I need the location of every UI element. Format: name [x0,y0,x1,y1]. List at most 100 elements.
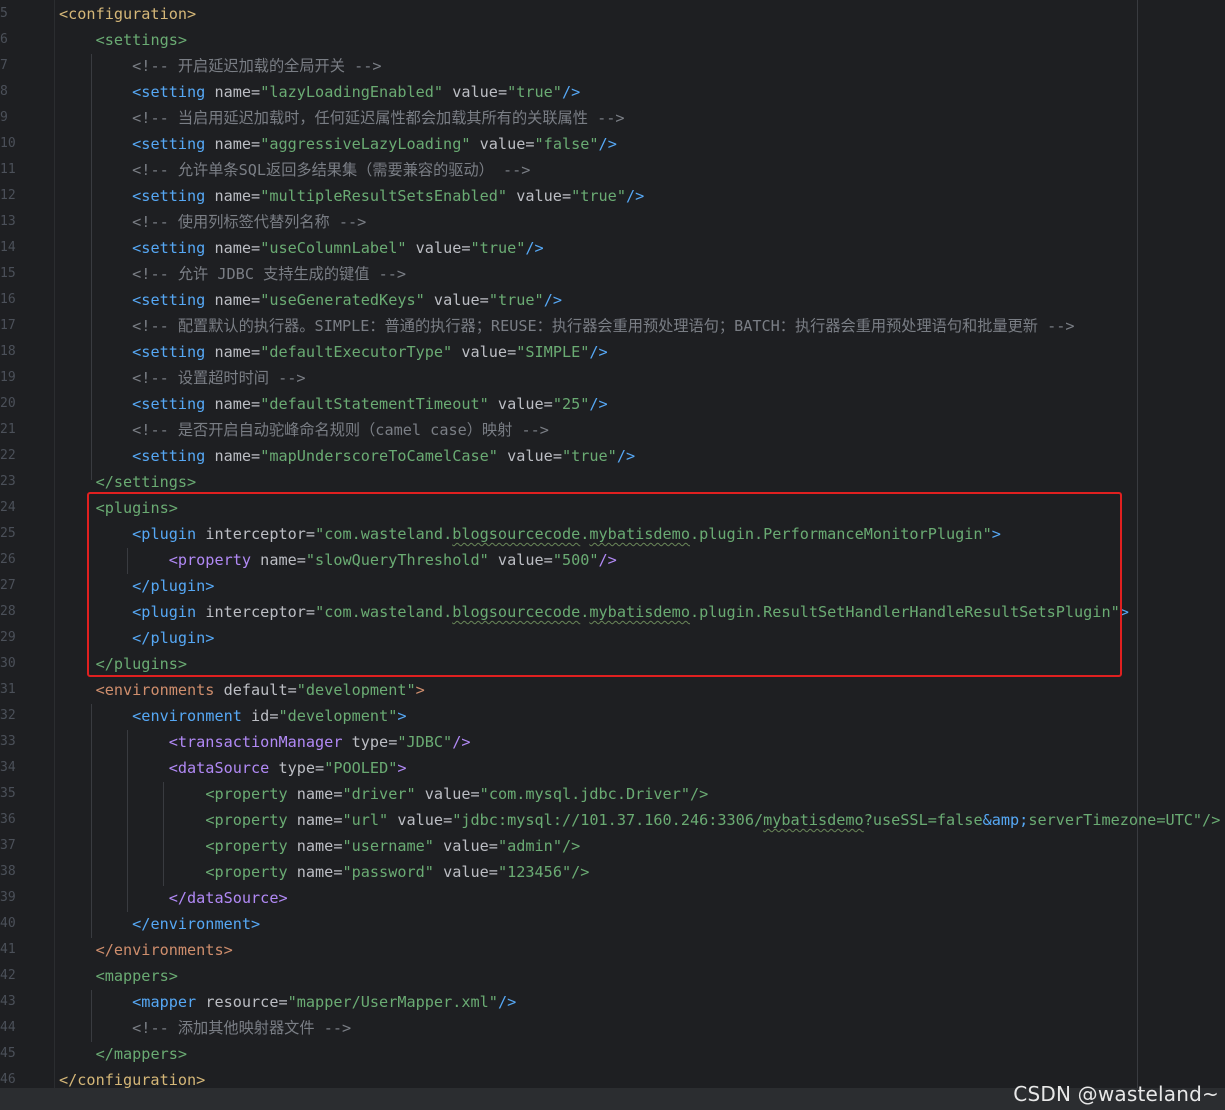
code-text[interactable]: <transactionManager type="JDBC"/> [59,729,471,755]
code-token: "JDBC" [397,733,453,751]
line-number: 39 [0,890,16,905]
code-line[interactable]: 43 <mapper resource="mapper/UserMapper.x… [0,989,1225,1015]
code-line[interactable]: 17 <!-- 配置默认的执行器。SIMPLE：普通的执行器；REUSE：执行器… [0,313,1225,339]
code-token: value [415,785,471,803]
code-text[interactable]: <environments default="development"> [59,677,425,703]
code-text[interactable]: <settings> [59,27,187,53]
code-text[interactable]: <setting name="aggressiveLazyLoading" va… [59,131,617,157]
code-line[interactable]: 39 </dataSource> [0,885,1225,911]
line-number: 19 [0,370,16,385]
line-number: 23 [0,474,16,489]
line-number: 16 [0,292,16,307]
code-text[interactable]: <dataSource type="POOLED"> [59,755,407,781]
code-text[interactable]: <property name="url" value="jdbc:mysql:/… [59,807,1220,833]
code-line[interactable]: 21 <!-- 是否开启自动驼峰命名规则（camel case）映射 --> [0,417,1225,443]
code-text[interactable]: <setting name="lazyLoadingEnabled" value… [59,79,580,105]
code-line[interactable]: 15 <!-- 允许 JDBC 支持生成的键值 --> [0,261,1225,287]
code-text[interactable]: <setting name="defaultStatementTimeout" … [59,391,608,417]
code-text[interactable]: </mappers> [59,1041,187,1067]
code-line[interactable]: 7 <!-- 开启延迟加载的全局开关 --> [0,53,1225,79]
code-text[interactable]: <setting name="mapUnderscoreToCamelCase"… [59,443,635,469]
code-line[interactable]: 36 <property name="url" value="jdbc:mysq… [0,807,1225,833]
code-editor[interactable]: 5 <configuration> 6 <settings> 7 <!-- 开启延迟加… [0,0,1225,1089]
code-line[interactable]: 32 <environment id="development"> [0,703,1225,729]
code-line[interactable]: 42 <mappers> [0,963,1225,989]
code-text[interactable]: <!-- 允许单条SQL返回多结果集（需要兼容的驱动） --> [59,157,530,183]
code-line[interactable]: 34 <dataSource type="POOLED"> [0,755,1225,781]
code-line[interactable]: 35 <property name="driver" value="com.my… [0,781,1225,807]
code-line[interactable]: 33 <transactionManager type="JDBC"/> [0,729,1225,755]
code-line[interactable]: 6 <settings> [0,27,1225,53]
code-line[interactable]: 40 </environment> [0,911,1225,937]
code-line[interactable]: 37 <property name="username" value="admi… [0,833,1225,859]
code-line[interactable]: 13 <!-- 使用列标签代替列名称 --> [0,209,1225,235]
code-line[interactable]: 44 <!-- 添加其他映射器文件 --> [0,1015,1225,1041]
code-text[interactable]: <setting name="multipleResultSetsEnabled… [59,183,644,209]
code-text[interactable]: <setting name="defaultExecutorType" valu… [59,339,608,365]
code-line[interactable]: 9 <!-- 当启用延迟加载时，任何延迟属性都会加载其所有的关联属性 --> [0,105,1225,131]
code-text[interactable]: <property name="driver" value="com.mysql… [59,781,708,807]
code-text[interactable]: <!-- 允许 JDBC 支持生成的键值 --> [59,261,406,287]
code-text[interactable]: <!-- 当启用延迟加载时，任何延迟属性都会加载其所有的关联属性 --> [59,105,624,131]
line-number: 21 [0,422,16,437]
code-text[interactable]: <!-- 配置默认的执行器。SIMPLE：普通的执行器；REUSE：执行器会重用… [59,313,1074,339]
code-token: "jdbc:mysql://101.37.160.246:3306/ [452,811,764,829]
code-line[interactable]: 11 <!-- 允许单条SQL返回多结果集（需要兼容的驱动） --> [0,157,1225,183]
code-text[interactable]: </environments> [59,937,233,963]
line-number: 34 [0,760,16,775]
code-line[interactable]: 20 <setting name="defaultStatementTimeou… [0,391,1225,417]
code-token: /> [598,135,617,153]
code-line[interactable]: 10 <setting name="aggressiveLazyLoading"… [0,131,1225,157]
code-token: /> [589,395,608,413]
code-line[interactable]: 14 <setting name="useColumnLabel" value=… [0,235,1225,261]
line-number: 11 [0,162,16,177]
code-token: /> [589,343,608,361]
code-token: = [251,187,261,205]
code-token: "development" [296,681,416,699]
code-token: name [214,83,252,101]
code-token: "true" [488,291,544,309]
code-text[interactable]: <!-- 是否开启自动驼峰命名规则（camel case）映射 --> [59,417,549,443]
code-token: /> [561,837,581,855]
code-line[interactable]: 31 <environments default="development"> [0,677,1225,703]
code-text[interactable]: <property name="username" value="admin"/… [59,833,580,859]
code-token: "username" [342,837,434,855]
code-token: name [296,811,334,829]
code-token: = [388,733,398,751]
code-token: <mappers> [95,967,178,985]
code-text[interactable]: </dataSource> [59,885,288,911]
code-text[interactable]: <!-- 使用列标签代替列名称 --> [59,209,366,235]
code-line[interactable]: 41 </environments> [0,937,1225,963]
code-line[interactable]: 5 <configuration> [0,1,1225,27]
code-line[interactable]: 45 </mappers> [0,1041,1225,1067]
code-line[interactable]: 12 <setting name="multipleResultSetsEnab… [0,183,1225,209]
code-text[interactable]: <configuration> [59,1,196,27]
code-token: </dataSource> [168,889,288,907]
code-text[interactable]: <mapper resource="mapper/UserMapper.xml"… [59,989,516,1015]
code-text[interactable]: <!-- 添加其他映射器文件 --> [59,1015,351,1041]
code-line[interactable]: 38 <property name="password" value="1234… [0,859,1225,885]
code-text[interactable]: <!-- 设置超时时间 --> [59,365,305,391]
code-line[interactable]: 18 <setting name="defaultExecutorType" v… [0,339,1225,365]
code-line[interactable]: 19 <!-- 设置超时时间 --> [0,365,1225,391]
code-text[interactable]: <setting name="useColumnLabel" value="tr… [59,235,544,261]
line-number: 38 [0,864,16,879]
code-text[interactable]: <!-- 开启延迟加载的全局开关 --> [59,53,381,79]
code-text[interactable]: </environment> [59,911,260,937]
code-line[interactable]: 8 <setting name="lazyLoadingEnabled" val… [0,79,1225,105]
code-line[interactable]: 16 <setting name="useGeneratedKeys" valu… [0,287,1225,313]
code-text[interactable]: <mappers> [59,963,178,989]
code-text[interactable]: <property name="password" value="123456"… [59,859,589,885]
code-token: = [525,135,535,153]
code-line[interactable]: 22 <setting name="mapUnderscoreToCamelCa… [0,443,1225,469]
code-text[interactable]: <environment id="development"> [59,703,406,729]
code-text[interactable]: <setting name="useGeneratedKeys" value="… [59,287,562,313]
line-number: 40 [0,916,16,931]
